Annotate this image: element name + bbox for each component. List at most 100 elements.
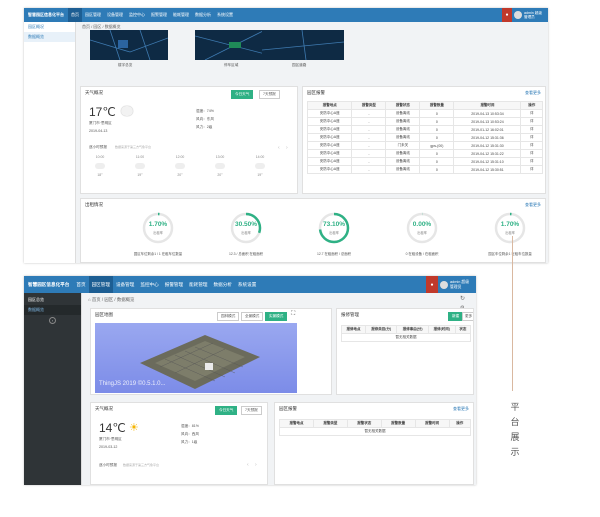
alarm-table: 报警地点 报警类型 报警状态 报警数量 报警时间 操作 安防中心A座 - 设备离线 0 2019-…: [306, 101, 543, 174]
view-detail-icon[interactable]: 详: [520, 157, 543, 166]
tab-today-weather[interactable]: 今日天气: [231, 90, 254, 99]
nav-item-analysis[interactable]: 数据分析: [192, 8, 214, 22]
table-cell: -: [351, 157, 387, 166]
map-caption-1: 楼宇总览: [118, 63, 133, 67]
side-label-char: 平: [510, 402, 520, 412]
nav-item-home[interactable]: 首页: [73, 276, 88, 293]
repair-new-button[interactable]: 新建: [448, 312, 464, 321]
table-cell: 0: [419, 157, 455, 166]
nav-item-energy[interactable]: 能耗管理: [186, 276, 210, 293]
arrow-left-icon[interactable]: ‹: [278, 145, 280, 151]
side-label-char: 展: [510, 432, 520, 442]
breadcrumb-home[interactable]: 首页: [82, 24, 90, 29]
weather-temperature: 17℃: [89, 105, 116, 119]
alarm-empty: 暂无相关数据: [279, 427, 471, 436]
nav-item-energy[interactable]: 能耗管理: [170, 8, 192, 22]
map-thumb-3[interactable]: [262, 30, 344, 60]
breadcrumb-park[interactable]: 园区: [104, 297, 113, 302]
alarm-more-link[interactable]: 查看更多: [453, 406, 469, 412]
avatar[interactable]: [440, 280, 448, 289]
nav-item-settings[interactable]: 系统设置: [235, 276, 259, 293]
sidebar-section[interactable]: 园区总览: [24, 293, 81, 305]
nav-item-devices[interactable]: 设备管理: [113, 276, 137, 293]
weather-date: 2019-03-12: [99, 445, 118, 449]
view-detail-icon[interactable]: 详: [520, 117, 543, 126]
side-label-char: 示: [510, 447, 520, 457]
repair-more-button[interactable]: 更多: [462, 312, 473, 321]
nav-item-devices[interactable]: 设备管理: [104, 8, 126, 22]
nav-item-settings[interactable]: 系统设置: [214, 8, 236, 22]
tab-7day-forecast[interactable]: 7天预报: [259, 90, 280, 99]
table-cell: 2019-04-12 15:31:30: [453, 141, 522, 150]
alarm-title: 园区报警: [307, 90, 325, 95]
fullscreen-icon[interactable]: ⛶: [291, 311, 295, 318]
nav-item-analysis[interactable]: 数据分析: [211, 276, 235, 293]
forecast-temp: 19°: [257, 173, 263, 177]
view-detail-icon[interactable]: 详: [520, 149, 543, 158]
nav-item-park[interactable]: 园区管理: [82, 8, 104, 22]
park-map-panel: 园区地图 园林模式 全景模式 实景模式 ⛶ ThingJS 2019 ©0.5.…: [90, 308, 332, 395]
gauge-value: 1.70%: [500, 221, 520, 228]
mode-garden-button[interactable]: 园林模式: [217, 312, 240, 321]
view-detail-icon[interactable]: 详: [520, 165, 543, 174]
wind-level-row: 风力：2级: [196, 125, 213, 129]
bell-icon[interactable]: ●: [502, 8, 512, 22]
bell-icon[interactable]: ●: [426, 276, 438, 293]
3d-map-view[interactable]: ThingJS 2019 ©0.5.1.0...: [95, 323, 297, 393]
view-detail-icon[interactable]: 详: [520, 125, 543, 134]
occupancy-gauge: [406, 212, 438, 244]
map-thumb-1[interactable]: [90, 30, 168, 60]
occupancy-more-link[interactable]: 查看更多: [525, 202, 541, 208]
cloud-icon: [95, 163, 105, 169]
gauge-caption: 12.3 / 总面积 在租面积: [228, 252, 264, 256]
view-detail-icon[interactable]: 详: [520, 141, 543, 150]
gauge-value: 30.50%: [234, 221, 258, 228]
user-label[interactable]: admin 超级管理员: [524, 11, 548, 19]
table-cell: 设备离线: [385, 117, 421, 126]
alarm-panel: 园区报警 查看更多 报警地点 报警类型 报警状态 报警数量 报警时间 操作 暂无相关数据: [274, 402, 474, 485]
breadcrumb-home[interactable]: 首页: [92, 297, 101, 302]
table-cell: gps-(00): [419, 141, 455, 150]
view-detail-icon[interactable]: 详: [520, 109, 543, 118]
mode-panorama-button[interactable]: 全景模式: [241, 312, 264, 321]
table-cell: 0: [419, 133, 455, 142]
gauge-subtitle: 出租率: [505, 231, 515, 235]
table-row: 安防中心A座 - 设备离线 0 2019-04-12 15:30:51 详: [306, 165, 543, 174]
table-header: 报警地点: [306, 101, 353, 110]
arrow-right-icon[interactable]: ›: [255, 462, 257, 468]
gauge-subtitle: 出租率: [417, 231, 427, 235]
collapse-sidebar-icon[interactable]: ‹: [49, 317, 56, 324]
arrow-left-icon[interactable]: ‹: [247, 462, 249, 468]
home-icon[interactable]: ⌂: [88, 297, 91, 302]
nav-item-home[interactable]: 首页: [68, 8, 82, 22]
refresh-icon[interactable]: ↻: [460, 295, 465, 302]
nav-item-alarm[interactable]: 报警管理: [148, 8, 170, 22]
alarm-more-link[interactable]: 查看更多: [525, 90, 541, 96]
nav-item-monitor[interactable]: 监控中心: [126, 8, 148, 22]
forecast-temp: 19°: [137, 173, 143, 177]
view-detail-icon[interactable]: 详: [520, 133, 543, 142]
wind-level-row: 风力：1级: [181, 440, 198, 444]
tab-7day-forecast[interactable]: 7天预报: [241, 406, 262, 415]
table-row: 安防中心A座 - 设备离线 0 2019-04-12 15:31:10 详: [306, 157, 543, 166]
repair-empty: 暂无相关数据: [341, 333, 471, 342]
breadcrumb: ⌂ 首页 / 园区 / 数据概览: [88, 297, 135, 302]
nav-item-monitor[interactable]: 监控中心: [137, 276, 161, 293]
avatar[interactable]: [514, 11, 522, 19]
table-header: 报警状态: [346, 419, 382, 428]
user-label[interactable]: admin 超级管理员: [450, 280, 476, 289]
sidebar-section[interactable]: 园区概况: [24, 22, 75, 32]
mode-live-button[interactable]: 实景模式: [265, 312, 288, 321]
gauge-track: [142, 212, 174, 244]
sidebar-item-overview[interactable]: 数据概览: [24, 32, 75, 42]
table-header: 报警时间: [414, 419, 450, 428]
gauge-caption: 0 在租设备 / 在租面积: [405, 252, 439, 256]
occupancy-gauge: [494, 212, 526, 244]
sidebar-item-overview[interactable]: 数据概览: [24, 305, 81, 315]
tab-today-weather[interactable]: 今日天气: [215, 406, 238, 415]
occupancy-gauge: [230, 212, 262, 244]
nav-item-park[interactable]: 园区管理: [88, 276, 113, 293]
breadcrumb-park[interactable]: 园区: [93, 24, 101, 29]
nav-item-alarm[interactable]: 报警管理: [162, 276, 186, 293]
arrow-right-icon[interactable]: ›: [286, 145, 288, 151]
